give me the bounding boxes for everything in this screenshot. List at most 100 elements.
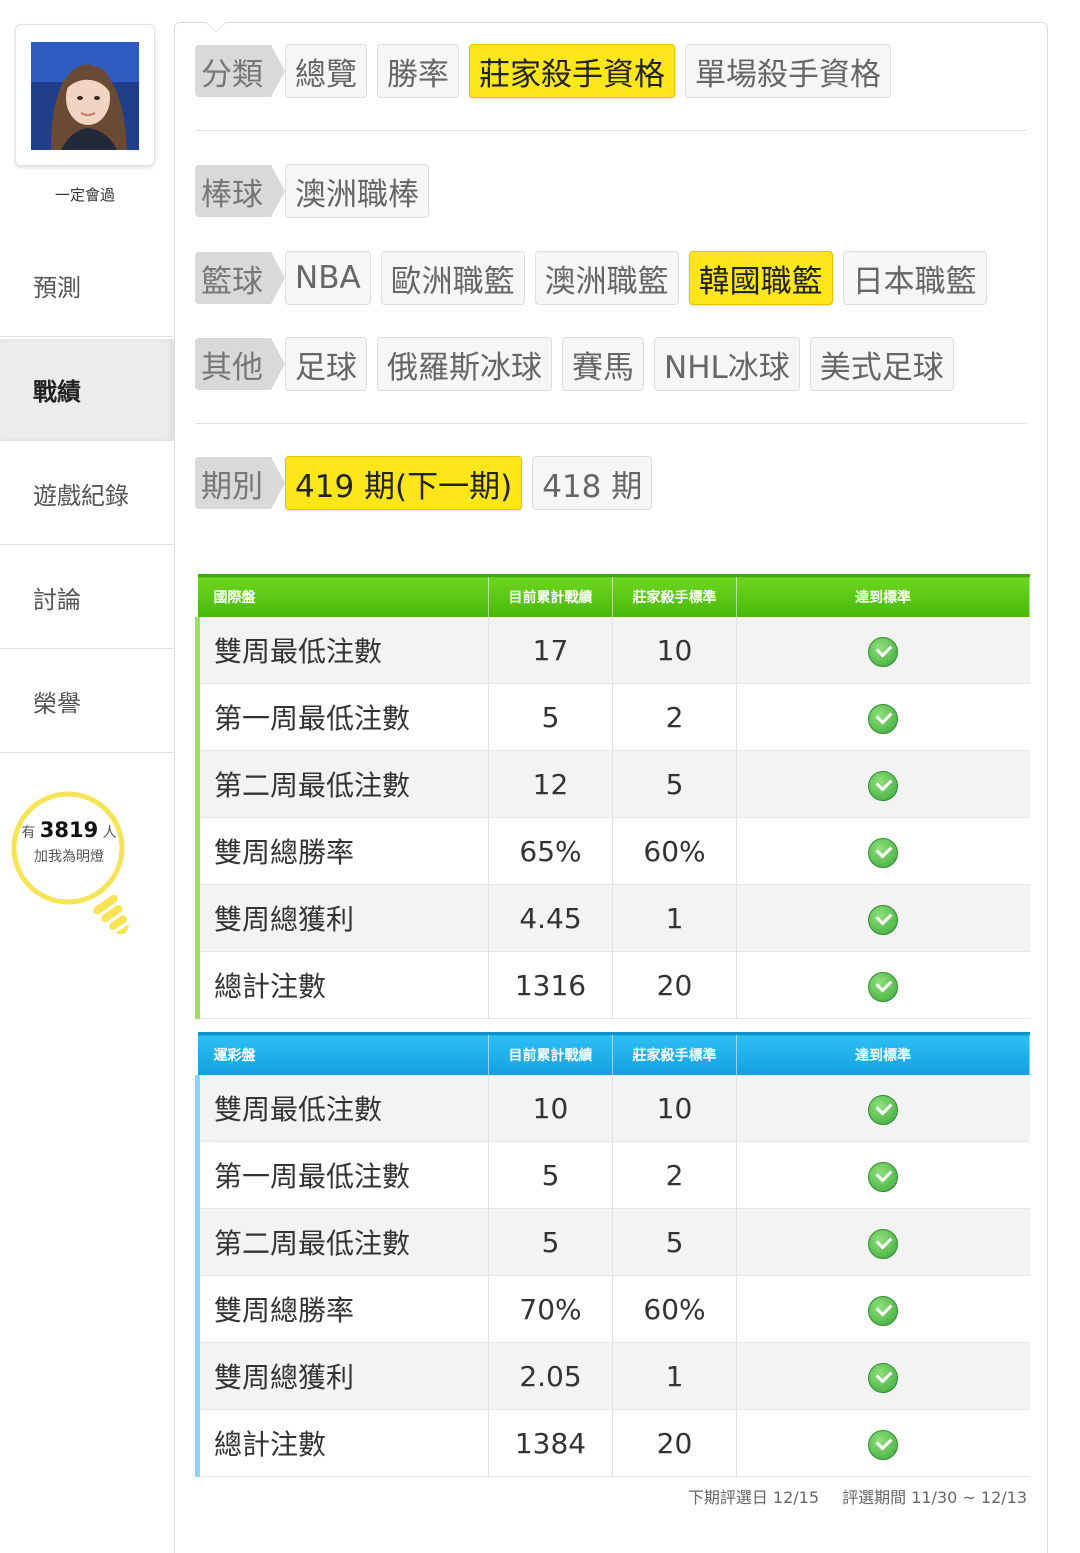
league-american-football[interactable]: 美式足球	[809, 337, 954, 391]
league-nhl[interactable]: NHL冰球	[654, 337, 800, 391]
nav-item-discussion[interactable]: 討論	[0, 547, 174, 649]
row-label: 第一周最低注數	[195, 683, 489, 751]
column-header: 目前累計戰績	[488, 1032, 613, 1075]
main-panel: 分類 總覽 勝率 莊家殺手資格 單場殺手資格 棒球 澳洲職棒 籃球 NBA 歐洲…	[174, 22, 1048, 1553]
table-row: 第一周最低注數 5 2	[195, 1141, 1030, 1209]
row-label: 第二周最低注數	[195, 750, 489, 818]
check-icon	[868, 1362, 899, 1393]
standard-value: 20	[612, 951, 737, 1019]
table-title: 國際盤	[197, 574, 489, 617]
basketball-tag: 籃球	[195, 252, 285, 304]
league-australia-baseball[interactable]: 澳洲職棒	[285, 164, 429, 218]
standard-value: 5	[612, 1208, 737, 1276]
league-japan-basketball[interactable]: 日本職籃	[842, 251, 987, 305]
avatar[interactable]	[31, 42, 139, 150]
row-label: 雙周總獲利	[195, 1342, 489, 1410]
check-icon	[868, 971, 899, 1002]
table-row: 雙周總獲利 4.45 1	[195, 884, 1030, 952]
row-label: 總計注數	[195, 951, 489, 1019]
table-row: 第二周最低注數 12 5	[195, 750, 1030, 818]
status-cell	[736, 1208, 1030, 1276]
username: 一定會過	[54, 186, 115, 204]
current-value: 65%	[488, 817, 613, 885]
tab-single-killer[interactable]: 單場殺手資格	[685, 44, 891, 98]
status-cell	[736, 1342, 1030, 1410]
table-row: 雙周最低注數 10 10	[195, 1075, 1030, 1142]
fan-info: 有 3819 人 加我為明燈	[10, 818, 128, 869]
check-icon	[868, 1094, 899, 1125]
row-label: 第一周最低注數	[195, 1141, 489, 1209]
fan-count: 3819	[39, 818, 99, 842]
standard-value: 1	[612, 884, 737, 952]
league-korea-basketball[interactable]: 韓國職籃	[688, 251, 833, 305]
status-cell	[736, 617, 1030, 684]
fan-prefix: 有	[21, 825, 36, 841]
league-russia-hockey[interactable]: 俄羅斯冰球	[377, 337, 552, 391]
status-cell	[736, 750, 1030, 818]
standard-value: 2	[612, 683, 737, 751]
current-value: 4.45	[488, 884, 613, 952]
evaluation-footer: 下期評選日 12/15 評選期間 11/30 ~ 12/13	[670, 1484, 1027, 1508]
sidebar: 一定會過 預測 戰績 遊戲紀錄 討論 榮譽 有 3819 人 加我為明燈	[0, 0, 174, 1533]
table-header: 國際盤 目前累計戰績 莊家殺手標準 達到標準	[197, 574, 1030, 617]
check-icon	[868, 1228, 899, 1259]
nav-item-predict[interactable]: 預測	[0, 235, 174, 337]
current-value: 17	[488, 617, 613, 684]
table-title: 運彩盤	[197, 1032, 489, 1075]
panel-notch-inner	[206, 22, 226, 31]
standard-value: 10	[612, 1075, 737, 1142]
tab-overview[interactable]: 總覽	[285, 44, 367, 98]
league-soccer[interactable]: 足球	[285, 337, 367, 391]
league-horse-racing[interactable]: 賽馬	[562, 337, 644, 391]
period-418[interactable]: 418 期	[532, 456, 653, 510]
table-row: 第一周最低注數 5 2	[195, 683, 1030, 751]
avatar-frame[interactable]	[15, 24, 155, 166]
evaluation-period: 評選期間 11/30 ~ 12/13	[842, 1488, 1027, 1507]
current-value: 2.05	[488, 1342, 613, 1410]
baseball-tag: 棒球	[195, 165, 285, 217]
fan-suffix: 人	[102, 825, 117, 841]
row-label: 總計注數	[195, 1409, 489, 1477]
status-cell	[736, 1075, 1030, 1142]
standard-value: 60%	[612, 1275, 737, 1343]
league-euro-basketball[interactable]: 歐洲職籃	[380, 251, 525, 305]
row-label: 雙周總勝率	[195, 1275, 489, 1343]
fan-caption: 加我為明燈	[34, 849, 104, 865]
standard-value: 20	[612, 1409, 737, 1477]
check-icon	[868, 770, 899, 801]
tab-win-rate[interactable]: 勝率	[377, 44, 459, 98]
row-label: 雙周總勝率	[195, 817, 489, 885]
check-icon	[868, 837, 899, 868]
lightbulb-icon	[11, 791, 129, 935]
table-row: 雙周總獲利 2.05 1	[195, 1342, 1030, 1410]
status-cell	[736, 951, 1030, 1019]
row-label: 雙周最低注數	[195, 617, 489, 684]
fan-lightbulb[interactable]: 有 3819 人 加我為明燈	[10, 790, 160, 950]
period-419[interactable]: 419 期(下一期)	[285, 456, 523, 510]
nav-item-record[interactable]: 戰績	[0, 339, 174, 441]
category-row: 分類 總覽 勝率 莊家殺手資格 單場殺手資格	[195, 44, 901, 98]
check-icon	[868, 636, 899, 667]
row-label: 雙周最低注數	[195, 1075, 489, 1142]
nav-item-game-history[interactable]: 遊戲紀錄	[0, 443, 174, 545]
standard-value: 60%	[612, 817, 737, 885]
nav-item-honor[interactable]: 榮譽	[0, 651, 174, 753]
divider	[195, 423, 1027, 424]
status-cell	[736, 884, 1030, 952]
row-label: 雙周總獲利	[195, 884, 489, 952]
standard-value: 2	[612, 1141, 737, 1209]
check-icon	[868, 1295, 899, 1326]
status-cell	[736, 1409, 1030, 1477]
status-cell	[736, 683, 1030, 751]
league-nba[interactable]: NBA	[285, 251, 371, 305]
tab-banker-killer[interactable]: 莊家殺手資格	[469, 44, 675, 98]
table-row: 雙周總勝率 65% 60%	[195, 817, 1030, 885]
league-australia-basketball[interactable]: 澳洲職籃	[534, 251, 679, 305]
next-evaluation-date: 下期評選日 12/15	[687, 1488, 820, 1507]
table-row: 總計注數 1384 20	[195, 1409, 1030, 1477]
table-row: 雙周總勝率 70% 60%	[195, 1275, 1030, 1343]
check-icon	[868, 1429, 899, 1460]
status-cell	[736, 1275, 1030, 1343]
other-row: 其他 足球 俄羅斯冰球 賽馬 NHL冰球 美式足球	[195, 337, 964, 391]
check-icon	[868, 1161, 899, 1192]
